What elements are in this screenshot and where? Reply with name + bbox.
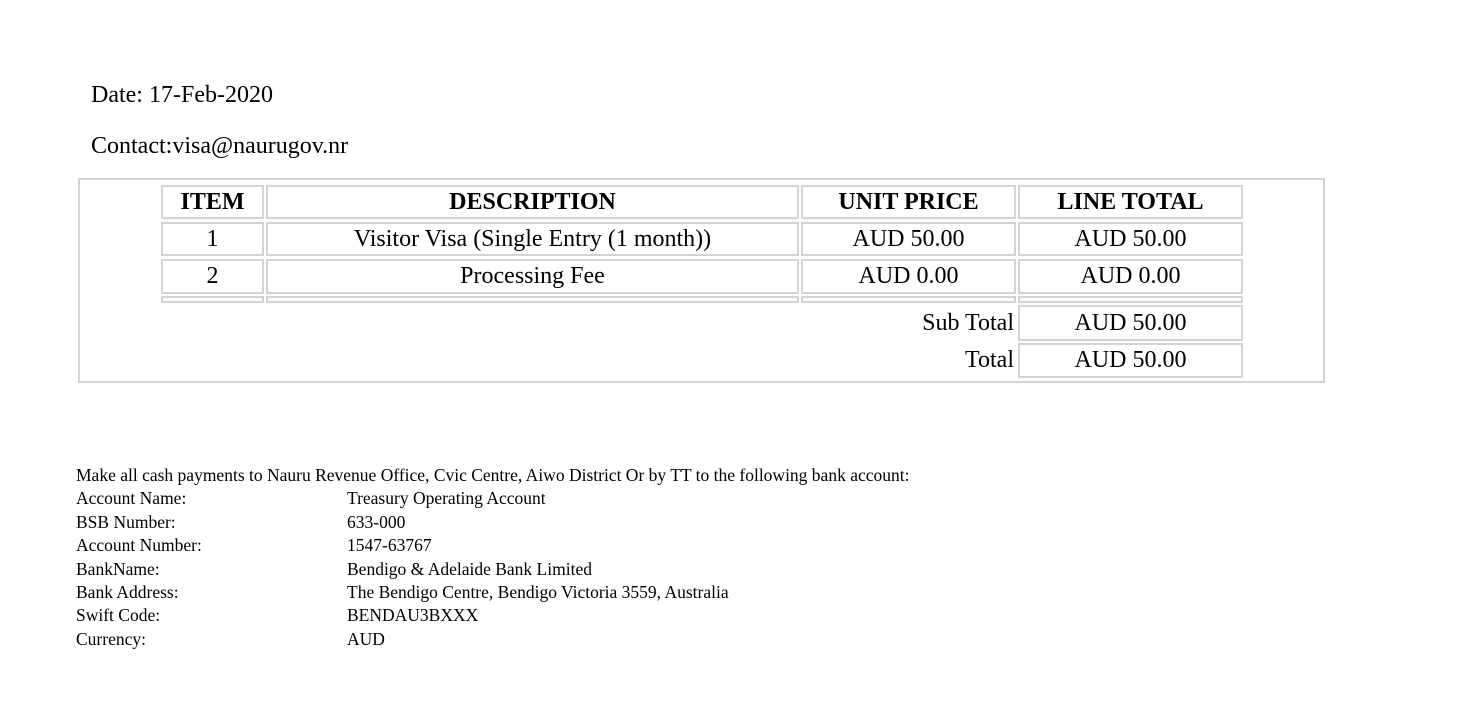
- table-row-description: Processing Fee: [266, 259, 799, 294]
- table-row-description: Visitor Visa (Single Entry (1 month)): [266, 222, 799, 256]
- detail-label: BankName:: [76, 558, 160, 579]
- payment-detail-row: Account Name: Treasury Operating Account: [76, 487, 909, 510]
- table-row-item: 2: [161, 259, 264, 294]
- column-header-item: ITEM: [161, 185, 264, 219]
- total-label: Total: [965, 347, 1014, 373]
- subtotal-label: Sub Total: [922, 309, 1014, 336]
- empty-cell: [266, 296, 799, 303]
- detail-label: Bank Address:: [76, 582, 179, 603]
- detail-value: Bendigo & Adelaide Bank Limited: [347, 558, 592, 579]
- table-row-unit-price: AUD 50.00: [801, 222, 1016, 256]
- detail-value: 1547-63767: [347, 535, 432, 556]
- detail-value: The Bendigo Centre, Bendigo Victoria 355…: [347, 582, 729, 603]
- table-row-line-total: AUD 0.00: [1018, 259, 1243, 294]
- detail-value: BENDAU3BXXX: [347, 605, 479, 626]
- column-header-unit-price: UNIT PRICE: [801, 185, 1016, 219]
- payment-detail-row: Account Number: 1547-63767: [76, 534, 909, 557]
- contact-email: Contact:visa@naurugov.nr: [91, 133, 349, 159]
- detail-label: Account Number:: [76, 535, 202, 556]
- detail-value: AUD: [347, 628, 385, 649]
- total-value: AUD 50.00: [1018, 343, 1243, 378]
- payment-intro: Make all cash payments to Nauru Revenue …: [76, 465, 910, 485]
- payment-detail-row: BankName: Bendigo & Adelaide Bank Limite…: [76, 558, 909, 581]
- payment-detail-row: Bank Address: The Bendigo Centre, Bendig…: [76, 581, 909, 604]
- column-header-description: DESCRIPTION: [266, 185, 799, 219]
- table-row-item: 1: [161, 222, 264, 256]
- detail-label: BSB Number:: [76, 511, 176, 532]
- empty-cell: [161, 296, 264, 303]
- empty-cell: [1018, 296, 1243, 303]
- invoice-date: Date: 17-Feb-2020: [91, 82, 273, 108]
- subtotal-value: AUD 50.00: [1018, 305, 1243, 341]
- empty-cell: [801, 296, 1016, 303]
- payment-detail-row: Swift Code: BENDAU3BXXX: [76, 604, 909, 627]
- payment-instructions: Make all cash payments to Nauru Revenue …: [76, 464, 909, 651]
- payment-detail-row: Currency: AUD: [76, 628, 909, 651]
- table-row-line-total: AUD 50.00: [1018, 222, 1243, 256]
- payment-detail-row: BSB Number: 633-000: [76, 511, 909, 534]
- table-row-unit-price: AUD 0.00: [801, 259, 1016, 294]
- detail-value: Treasury Operating Account: [347, 488, 546, 509]
- detail-value: 633-000: [347, 511, 406, 532]
- column-header-line-total: LINE TOTAL: [1018, 185, 1243, 219]
- detail-label: Swift Code:: [76, 605, 161, 626]
- detail-label: Account Name:: [76, 488, 187, 509]
- detail-label: Currency:: [76, 628, 146, 649]
